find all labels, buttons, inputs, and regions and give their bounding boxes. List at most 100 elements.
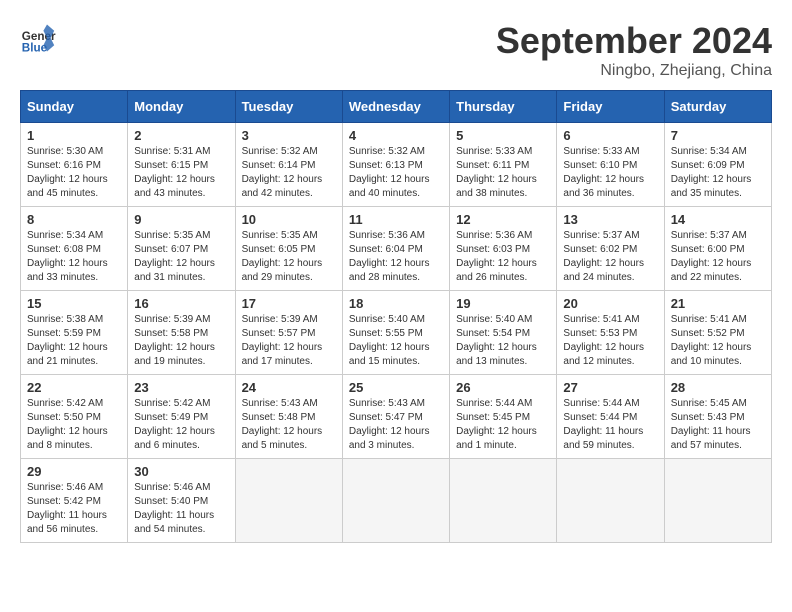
calendar-cell: 22 Sunrise: 5:42 AMSunset: 5:50 PMDayligh… — [21, 375, 128, 459]
day-number: 9 — [134, 212, 228, 227]
day-info: Sunrise: 5:35 AMSunset: 6:05 PMDaylight:… — [242, 229, 336, 285]
calendar-cell: 5 Sunrise: 5:33 AMSunset: 6:11 PMDaylight… — [450, 123, 557, 207]
day-number: 28 — [671, 380, 765, 395]
calendar-cell: 27 Sunrise: 5:44 AMSunset: 5:44 PMDayligh… — [557, 375, 664, 459]
day-number: 1 — [27, 128, 121, 143]
calendar-cell: 14 Sunrise: 5:37 AMSunset: 6:00 PMDayligh… — [664, 207, 771, 291]
logo-icon: General Blue — [20, 20, 56, 56]
day-number: 27 — [563, 380, 657, 395]
day-info: Sunrise: 5:32 AMSunset: 6:13 PMDaylight:… — [349, 145, 443, 201]
day-info: Sunrise: 5:35 AMSunset: 6:07 PMDaylight:… — [134, 229, 228, 285]
day-number: 20 — [563, 296, 657, 311]
day-info: Sunrise: 5:37 AMSunset: 6:02 PMDaylight:… — [563, 229, 657, 285]
calendar-cell: 4 Sunrise: 5:32 AMSunset: 6:13 PMDaylight… — [342, 123, 449, 207]
day-number: 21 — [671, 296, 765, 311]
day-info: Sunrise: 5:46 AMSunset: 5:40 PMDaylight:… — [134, 481, 228, 537]
calendar-cell — [664, 459, 771, 543]
day-number: 23 — [134, 380, 228, 395]
day-info: Sunrise: 5:39 AMSunset: 5:57 PMDaylight:… — [242, 313, 336, 369]
calendar-cell: 18Sunrise: 5:40 AMSunset: 5:55 PMDayligh… — [342, 291, 449, 375]
day-info: Sunrise: 5:40 AMSunset: 5:55 PMDaylight:… — [349, 313, 443, 369]
day-info: Sunrise: 5:39 AMSunset: 5:58 PMDaylight:… — [134, 313, 228, 369]
calendar-cell: 3 Sunrise: 5:32 AMSunset: 6:14 PMDaylight… — [235, 123, 342, 207]
calendar-cell: 1Sunrise: 5:30 AMSunset: 6:16 PMDaylight… — [21, 123, 128, 207]
header-saturday: Saturday — [664, 91, 771, 123]
calendar-cell: 23 Sunrise: 5:42 AMSunset: 5:49 PMDayligh… — [128, 375, 235, 459]
day-number: 22 — [27, 380, 121, 395]
calendar-cell — [450, 459, 557, 543]
day-number: 26 — [456, 380, 550, 395]
day-info: Sunrise: 5:45 AMSunset: 5:43 PMDaylight:… — [671, 397, 765, 453]
calendar-row-0: 1Sunrise: 5:30 AMSunset: 6:16 PMDaylight… — [21, 123, 772, 207]
calendar-cell: 8Sunrise: 5:34 AMSunset: 6:08 PMDaylight… — [21, 207, 128, 291]
day-info: Sunrise: 5:34 AMSunset: 6:08 PMDaylight:… — [27, 229, 121, 285]
day-number: 15 — [27, 296, 121, 311]
calendar-cell: 20 Sunrise: 5:41 AMSunset: 5:53 PMDayligh… — [557, 291, 664, 375]
day-info: Sunrise: 5:34 AMSunset: 6:09 PMDaylight:… — [671, 145, 765, 201]
calendar-cell: 28 Sunrise: 5:45 AMSunset: 5:43 PMDayligh… — [664, 375, 771, 459]
header-monday: Monday — [128, 91, 235, 123]
day-info: Sunrise: 5:33 AMSunset: 6:11 PMDaylight:… — [456, 145, 550, 201]
location: Ningbo, Zhejiang, China — [496, 62, 772, 80]
day-info: Sunrise: 5:33 AMSunset: 6:10 PMDaylight:… — [563, 145, 657, 201]
calendar-row-3: 22 Sunrise: 5:42 AMSunset: 5:50 PMDayligh… — [21, 375, 772, 459]
day-number: 30 — [134, 464, 228, 479]
day-info: Sunrise: 5:41 AMSunset: 5:53 PMDaylight:… — [563, 313, 657, 369]
header-sunday: Sunday — [21, 91, 128, 123]
calendar-cell: 17 Sunrise: 5:39 AMSunset: 5:57 PMDayligh… — [235, 291, 342, 375]
header-wednesday: Wednesday — [342, 91, 449, 123]
calendar-cell: 10 Sunrise: 5:35 AMSunset: 6:05 PMDayligh… — [235, 207, 342, 291]
header-thursday: Thursday — [450, 91, 557, 123]
day-number: 4 — [349, 128, 443, 143]
day-number: 5 — [456, 128, 550, 143]
calendar-cell: 2 Sunrise: 5:31 AMSunset: 6:15 PMDaylight… — [128, 123, 235, 207]
calendar-cell: 25 Sunrise: 5:43 AMSunset: 5:47 PMDayligh… — [342, 375, 449, 459]
calendar-cell: 24 Sunrise: 5:43 AMSunset: 5:48 PMDayligh… — [235, 375, 342, 459]
logo: General Blue — [20, 20, 56, 56]
calendar-cell: 16 Sunrise: 5:39 AMSunset: 5:58 PMDayligh… — [128, 291, 235, 375]
day-info: Sunrise: 5:36 AMSunset: 6:04 PMDaylight:… — [349, 229, 443, 285]
calendar-cell: 13 Sunrise: 5:37 AMSunset: 6:02 PMDayligh… — [557, 207, 664, 291]
day-info: Sunrise: 5:43 AMSunset: 5:47 PMDaylight:… — [349, 397, 443, 453]
calendar-cell: 12Sunrise: 5:36 AMSunset: 6:03 PMDayligh… — [450, 207, 557, 291]
day-number: 7 — [671, 128, 765, 143]
calendar-cell: 30 Sunrise: 5:46 AMSunset: 5:40 PMDayligh… — [128, 459, 235, 543]
header-tuesday: Tuesday — [235, 91, 342, 123]
calendar-row-2: 15Sunrise: 5:38 AMSunset: 5:59 PMDayligh… — [21, 291, 772, 375]
day-info: Sunrise: 5:32 AMSunset: 6:14 PMDaylight:… — [242, 145, 336, 201]
day-info: Sunrise: 5:37 AMSunset: 6:00 PMDaylight:… — [671, 229, 765, 285]
day-info: Sunrise: 5:43 AMSunset: 5:48 PMDaylight:… — [242, 397, 336, 453]
day-info: Sunrise: 5:44 AMSunset: 5:45 PMDaylight:… — [456, 397, 550, 453]
day-number: 16 — [134, 296, 228, 311]
calendar-cell — [235, 459, 342, 543]
svg-text:Blue: Blue — [22, 42, 48, 55]
day-info: Sunrise: 5:40 AMSunset: 5:54 PMDaylight:… — [456, 313, 550, 369]
day-number: 10 — [242, 212, 336, 227]
calendar-cell — [342, 459, 449, 543]
calendar-cell: 9 Sunrise: 5:35 AMSunset: 6:07 PMDaylight… — [128, 207, 235, 291]
day-number: 2 — [134, 128, 228, 143]
header-friday: Friday — [557, 91, 664, 123]
calendar-cell — [557, 459, 664, 543]
calendar-cell: 11Sunrise: 5:36 AMSunset: 6:04 PMDayligh… — [342, 207, 449, 291]
calendar-table: Sunday Monday Tuesday Wednesday Thursday… — [20, 90, 772, 543]
title-section: September 2024 Ningbo, Zhejiang, China — [496, 20, 772, 80]
day-info: Sunrise: 5:42 AMSunset: 5:50 PMDaylight:… — [27, 397, 121, 453]
day-number: 29 — [27, 464, 121, 479]
day-number: 17 — [242, 296, 336, 311]
day-info: Sunrise: 5:42 AMSunset: 5:49 PMDaylight:… — [134, 397, 228, 453]
calendar-cell: 19 Sunrise: 5:40 AMSunset: 5:54 PMDayligh… — [450, 291, 557, 375]
day-number: 24 — [242, 380, 336, 395]
calendar-cell: 29Sunrise: 5:46 AMSunset: 5:42 PMDayligh… — [21, 459, 128, 543]
day-number: 13 — [563, 212, 657, 227]
day-number: 6 — [563, 128, 657, 143]
day-number: 25 — [349, 380, 443, 395]
calendar-cell: 21Sunrise: 5:41 AMSunset: 5:52 PMDayligh… — [664, 291, 771, 375]
day-number: 14 — [671, 212, 765, 227]
day-info: Sunrise: 5:44 AMSunset: 5:44 PMDaylight:… — [563, 397, 657, 453]
day-info: Sunrise: 5:31 AMSunset: 6:15 PMDaylight:… — [134, 145, 228, 201]
day-number: 19 — [456, 296, 550, 311]
calendar-cell: 6 Sunrise: 5:33 AMSunset: 6:10 PMDaylight… — [557, 123, 664, 207]
day-number: 3 — [242, 128, 336, 143]
calendar-cell: 15Sunrise: 5:38 AMSunset: 5:59 PMDayligh… — [21, 291, 128, 375]
